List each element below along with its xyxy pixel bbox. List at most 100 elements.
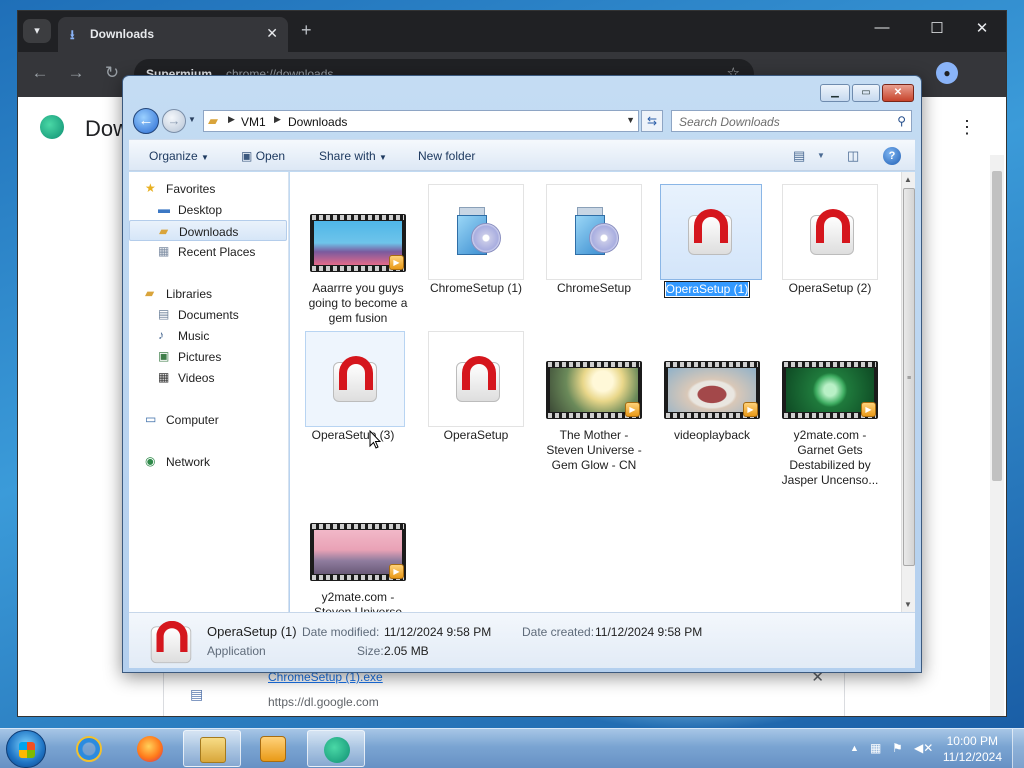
scroll-down-icon[interactable]: ▼ bbox=[904, 600, 912, 609]
file-item[interactable]: ChromeSetup (1) bbox=[422, 178, 526, 328]
change-view-icon[interactable]: ▤ bbox=[793, 148, 805, 164]
taskbar-file-explorer[interactable] bbox=[183, 730, 241, 767]
details-file-type: Application bbox=[207, 644, 266, 658]
video-thumbnail-icon: ▶ bbox=[546, 361, 642, 419]
nav-label: Music bbox=[178, 329, 210, 343]
file-item[interactable]: ▶ The Mother - Steven Universe - Gem Glo… bbox=[540, 325, 644, 475]
recent-pages-icon[interactable]: ▼ bbox=[188, 115, 196, 124]
tab-title: Downloads bbox=[90, 27, 155, 41]
rename-field[interactable]: OperaSetup (1) bbox=[654, 281, 760, 298]
file-name: OperaSetup (2) bbox=[788, 281, 872, 295]
network-icon[interactable]: ▦ bbox=[870, 741, 881, 755]
breadcrumb-vm1[interactable]: VM1 bbox=[241, 115, 266, 129]
nav-recent-places[interactable]: ▦ Recent Places bbox=[129, 241, 287, 262]
search-icon[interactable]: ⚲ bbox=[897, 114, 906, 128]
file-icon: ▤ bbox=[190, 686, 204, 702]
profile-avatar-icon[interactable]: ● bbox=[936, 62, 958, 84]
taskbar-supermium[interactable] bbox=[307, 730, 365, 767]
libraries-icon: ▰ bbox=[145, 286, 155, 300]
breadcrumb-downloads[interactable]: Downloads bbox=[288, 115, 347, 129]
close-icon[interactable]: ✕ bbox=[266, 25, 278, 42]
chevron-right-icon[interactable]: ▶ bbox=[228, 114, 235, 125]
nav-music[interactable]: ♪ Music bbox=[129, 325, 287, 346]
organize-label: Organize bbox=[149, 149, 198, 163]
preview-pane-icon[interactable]: ◫ bbox=[847, 148, 859, 164]
file-item[interactable]: ▶ y2mate.com - Garnet Gets Destabilized … bbox=[776, 325, 880, 487]
forward-button[interactable]: → bbox=[64, 63, 88, 83]
opera-installer-icon bbox=[149, 619, 192, 664]
chevron-down-icon: ▼ bbox=[201, 153, 209, 162]
maximize-button[interactable]: ▭ bbox=[852, 84, 880, 102]
taskbar-media-player[interactable] bbox=[244, 730, 302, 767]
nav-libraries[interactable]: ▰ Libraries bbox=[129, 283, 287, 304]
opera-installer-icon bbox=[688, 209, 732, 255]
file-item[interactable]: OperaSetup (3) bbox=[299, 325, 405, 475]
nav-label: Computer bbox=[166, 413, 219, 427]
file-item[interactable]: OperaSetup bbox=[422, 325, 526, 475]
minimize-button[interactable]: — bbox=[867, 19, 897, 36]
file-item[interactable]: ▶ Aaarrre you guys going to become a gem… bbox=[304, 178, 408, 328]
nav-computer[interactable]: ▭ Computer bbox=[129, 409, 287, 430]
chevron-right-icon[interactable]: ▶ bbox=[274, 114, 281, 125]
nav-documents[interactable]: ▤ Documents bbox=[129, 304, 287, 325]
file-name: OperaSetup bbox=[443, 428, 509, 442]
mouse-cursor-icon bbox=[369, 430, 381, 449]
taskbar: ▲ ▦ ⚑ ◀✕ 10:00 PM 11/12/2024 bbox=[0, 728, 1024, 768]
folder-icon: ▰ bbox=[208, 113, 218, 128]
vertical-scrollbar[interactable]: ▲ ≡ ▼ bbox=[901, 172, 915, 612]
videos-icon: ▦ bbox=[158, 370, 170, 384]
share-with-button[interactable]: Share with ▼ bbox=[319, 149, 387, 163]
taskbar-internet-explorer[interactable] bbox=[60, 730, 118, 767]
nav-favorites[interactable]: ★ Favorites bbox=[129, 178, 287, 199]
help-icon[interactable]: ? bbox=[883, 147, 901, 165]
file-item[interactable]: ▶ y2mate.com - Steven Universe bbox=[304, 487, 408, 612]
nav-pictures[interactable]: ▣ Pictures bbox=[129, 346, 287, 367]
file-item[interactable]: OperaSetup (2) bbox=[776, 178, 880, 328]
tab-downloads[interactable]: ⭳ Downloads ✕ bbox=[58, 17, 288, 52]
chevron-down-icon[interactable]: ▼ bbox=[817, 151, 825, 160]
reload-button[interactable]: ↻ bbox=[100, 63, 124, 83]
downloads-folder-icon: ▰ bbox=[159, 224, 169, 238]
maximize-button[interactable]: ☐ bbox=[922, 19, 952, 37]
forward-button[interactable]: → bbox=[162, 109, 186, 133]
rename-text[interactable]: OperaSetup (1) bbox=[665, 282, 749, 296]
back-button[interactable]: ← bbox=[28, 63, 52, 83]
volume-muted-icon[interactable]: ◀✕ bbox=[914, 741, 933, 755]
page-scrollbar-thumb[interactable] bbox=[992, 171, 1002, 481]
tab-strip: ▾ ⭳ Downloads ✕ + — ☐ ✕ bbox=[18, 11, 1006, 52]
show-hidden-icons-icon[interactable]: ▲ bbox=[850, 743, 859, 753]
file-name: OperaSetup (3) bbox=[311, 428, 395, 442]
page-scrollbar[interactable] bbox=[990, 155, 1004, 716]
close-button[interactable]: ✕ bbox=[882, 84, 914, 102]
scrollbar-thumb[interactable]: ≡ bbox=[903, 188, 915, 566]
open-button[interactable]: ▣ Open bbox=[241, 149, 285, 163]
nav-downloads[interactable]: ▰ Downloads bbox=[129, 220, 287, 241]
scroll-up-icon[interactable]: ▲ bbox=[904, 175, 912, 184]
organize-button[interactable]: Organize ▼ bbox=[149, 149, 209, 163]
clock-date[interactable]: 11/12/2024 bbox=[943, 750, 1002, 764]
search-box[interactable]: ⚲ bbox=[671, 110, 912, 132]
new-folder-button[interactable]: New folder bbox=[418, 149, 475, 163]
new-tab-button[interactable]: + bbox=[301, 20, 312, 41]
nav-desktop[interactable]: ▬ Desktop bbox=[129, 199, 287, 220]
more-menu-icon[interactable]: ⋮ bbox=[958, 117, 976, 138]
address-bar[interactable]: ▰ ▶ VM1 ▶ Downloads ▼ bbox=[203, 110, 639, 132]
minimize-button[interactable]: ▁ bbox=[820, 84, 850, 102]
taskbar-firefox[interactable] bbox=[121, 730, 179, 767]
clock-time[interactable]: 10:00 PM bbox=[947, 734, 998, 748]
nav-network[interactable]: ◉ Network bbox=[129, 451, 287, 472]
chevron-down-icon[interactable]: ▼ bbox=[626, 115, 635, 125]
file-item-selected[interactable]: OperaSetup (1) bbox=[654, 178, 762, 328]
refresh-button[interactable]: ⇆ bbox=[641, 110, 663, 132]
start-button[interactable] bbox=[6, 730, 46, 768]
tab-search-button[interactable]: ▾ bbox=[23, 19, 51, 43]
back-button[interactable]: ← bbox=[133, 108, 159, 134]
nav-videos[interactable]: ▦ Videos bbox=[129, 367, 287, 388]
close-window-button[interactable]: ✕ bbox=[967, 19, 997, 37]
network-icon: ◉ bbox=[145, 454, 156, 468]
file-item[interactable]: ▶ videoplayback bbox=[658, 325, 762, 475]
file-item[interactable]: ChromeSetup bbox=[540, 178, 644, 328]
show-desktop-button[interactable] bbox=[1012, 729, 1024, 768]
search-input[interactable] bbox=[679, 115, 879, 129]
action-center-flag-icon[interactable]: ⚑ bbox=[892, 741, 903, 755]
